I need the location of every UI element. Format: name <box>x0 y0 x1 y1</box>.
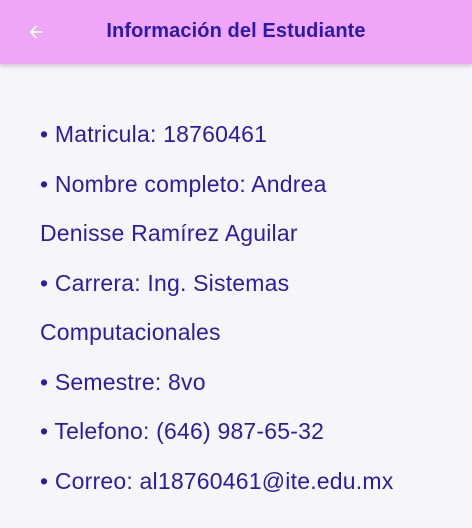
info-line-telefono: • Telefono: (646) 987-65-32 <box>40 418 325 444</box>
info-line-nombre-cont: Denisse Ramírez Aguilar <box>40 220 298 246</box>
info-line-carrera-cont: Computacionales <box>40 319 221 345</box>
info-line-nombre: • Nombre completo: Andrea <box>40 170 327 197</box>
student-info: • Matricula: 18760461 • Nombre completo:… <box>40 110 440 506</box>
app-bar: Información del Estudiante <box>0 0 472 64</box>
info-line-correo: • Correo: al18760461@ite.edu.mx <box>40 467 394 494</box>
info-line-carrera: • Carrera: Ing. Sistemas <box>40 269 290 296</box>
page-title: Información del Estudiante <box>106 20 366 42</box>
info-line-semestre: • Semestre: 8vo <box>40 368 206 395</box>
info-line-matricula: • Matricula: 18760461 <box>40 121 268 147</box>
